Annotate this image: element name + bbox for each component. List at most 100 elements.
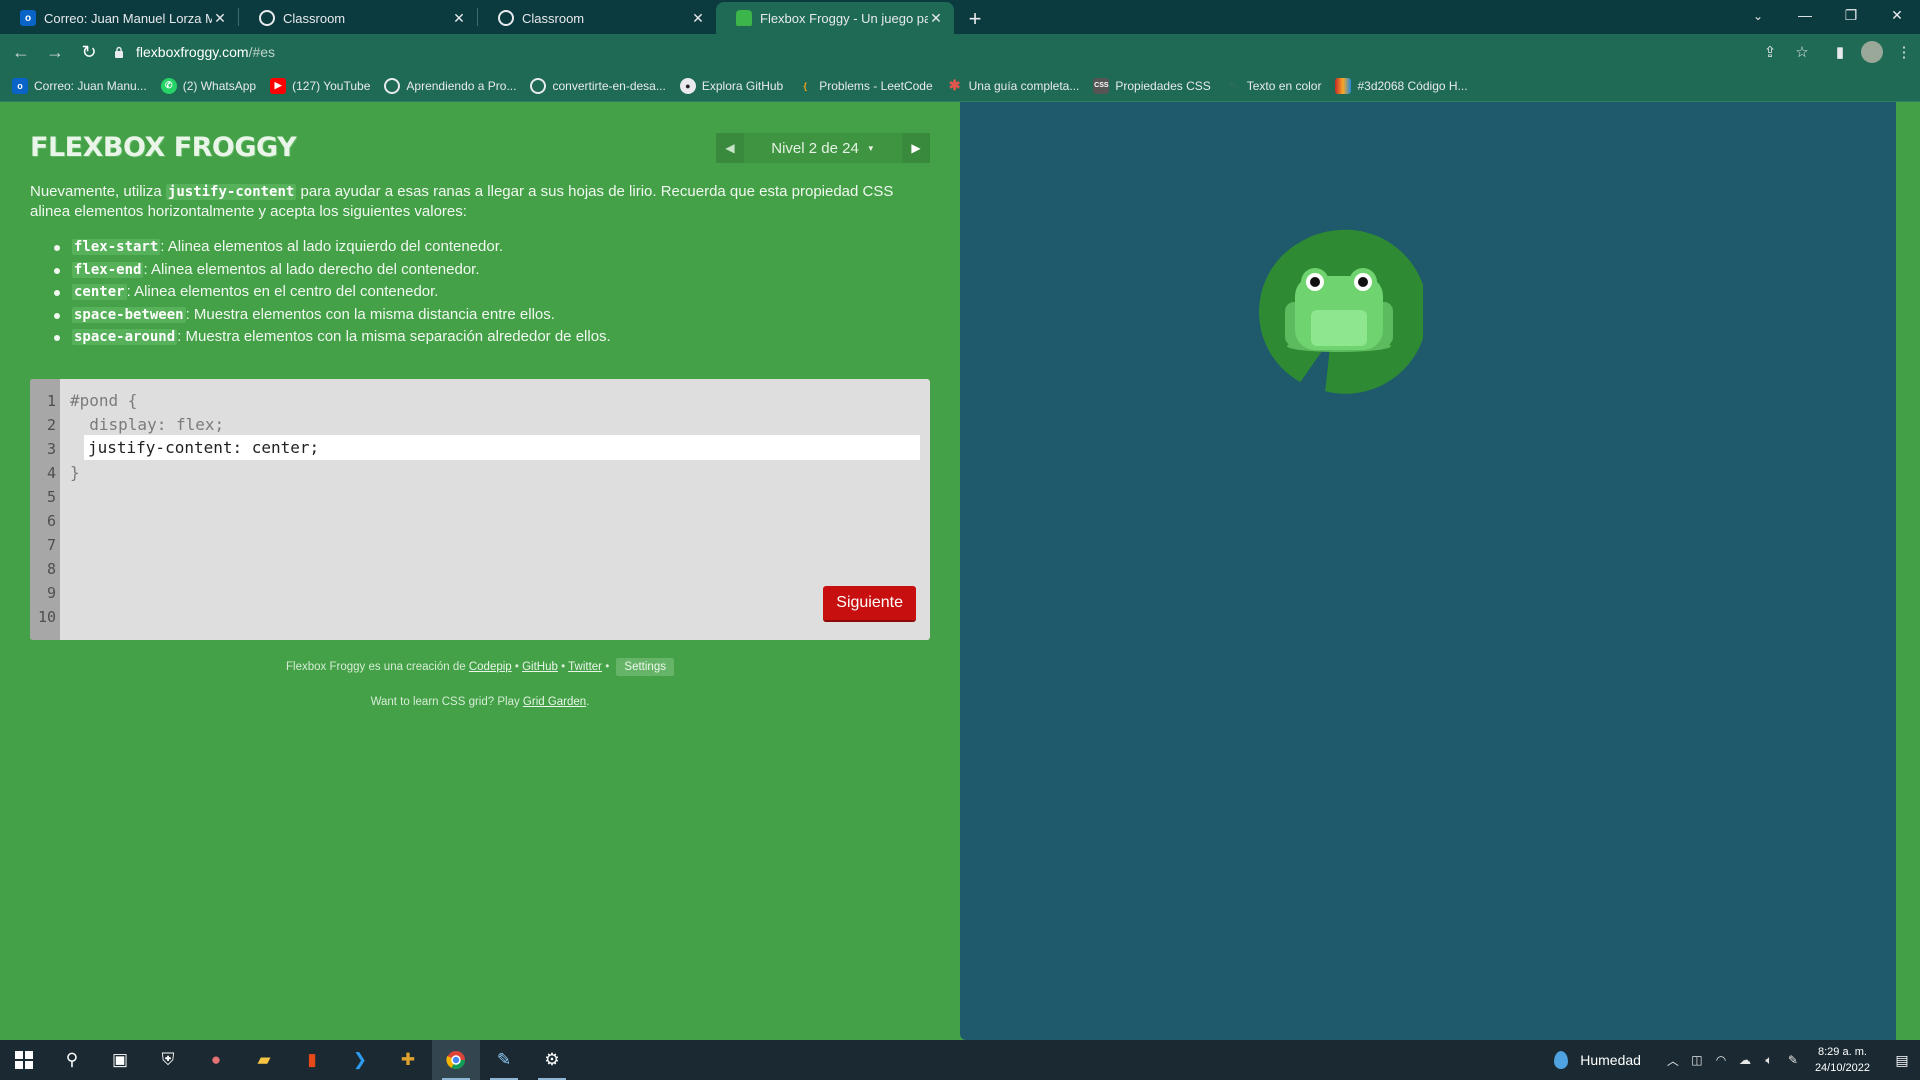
office-icon[interactable]: ▮ [288,1040,336,1080]
minimize-icon[interactable]: — [1782,0,1828,30]
bookmark-texto-color[interactable]: ✎ Texto en color [1225,78,1322,94]
clock[interactable]: 8:29 a. m. 24/10/2022 [1815,1044,1870,1076]
close-window-icon[interactable]: ✕ [1874,0,1920,30]
github-link[interactable]: GitHub [522,661,558,673]
wifi-icon[interactable]: ◠ [1709,1053,1733,1067]
star-icon[interactable]: ☆ [1786,37,1818,67]
tab-classroom-2[interactable]: Classroom ✕ [478,2,716,34]
bookmark-convertirte[interactable]: convertirte-en-desa... [530,77,666,94]
tab-title: Flexbox Froggy - Un juego para a [760,10,928,26]
line-number: 7 [46,536,56,554]
bookmark-propiedades-css[interactable]: CSS Propiedades CSS [1093,77,1211,94]
bookmark-correo[interactable]: o Correo: Juan Manu... [12,77,147,94]
notifications-icon[interactable]: ▤ [1884,1052,1920,1069]
close-icon[interactable]: ✕ [451,10,467,27]
bookmark-aprendiendo[interactable]: Aprendiendo a Pro... [384,77,516,94]
weather-label: Humedad [1580,1052,1641,1068]
windows-taskbar: ⚲ ▣ ⛨ ● ▰ ▮ ❯ ✚ ✎ ⚙ Humedad ︿ ◫ ◠ ☁ 🔈︎ ✎… [0,1040,1920,1080]
close-icon[interactable]: ✕ [690,10,706,27]
paint-icon[interactable]: ✎ [480,1040,528,1080]
instructions-text: Nuevamente, utiliza justify-content para… [30,182,930,221]
line-number: 9 [46,584,56,602]
values-list: flex-start: Alinea elementos al lado izq… [52,236,932,349]
previous-level-icon[interactable]: ◀ [716,133,744,163]
bookmark-label: Problems - LeetCode [819,78,933,93]
line-number: 8 [46,560,56,578]
promo-text: Want to learn CSS grid? Play [370,696,523,708]
bookmarks-bar: o Correo: Juan Manu... ✆ (2) WhatsApp ▶ (12… [0,70,1920,102]
restore-icon[interactable]: ❐ [1828,0,1874,30]
address-bar[interactable]: flexboxfroggy.com/#es [110,37,1770,67]
chevron-up-icon[interactable]: ︿ [1661,1052,1685,1069]
cloud-icon[interactable]: ☁ [1733,1053,1757,1067]
close-icon[interactable]: ✕ [928,10,944,27]
bookmark-whatsapp[interactable]: ✆ (2) WhatsApp [160,77,257,94]
pond [960,102,1896,1040]
grid-garden-link[interactable]: Grid Garden [523,696,586,708]
menu-icon[interactable]: ⋮ [1888,37,1920,67]
volume-icon[interactable]: 🔈︎ [1757,1053,1781,1068]
pen-icon: ✎ [1228,80,1237,90]
line-number: 1 [46,392,56,410]
instructions-pane: FLEXBOX FROGGY ◀ Nivel 2 de 24 ▼ ▶ Nueva… [0,102,960,1040]
line-number: 5 [46,488,56,506]
next-level-icon[interactable]: ▶ [902,133,930,163]
bookmark-codigo-color[interactable]: #3d2068 Código H... [1335,77,1468,94]
bookmark-label: (2) WhatsApp [182,78,257,93]
slack-icon[interactable]: ✚ [384,1040,432,1080]
bookmark-github[interactable]: ● Explora GitHub [679,77,783,94]
codepip-link[interactable]: Codepip [469,661,512,673]
css-editor: 1 2 3 4 5 6 7 8 9 10 #pond { display: fl… [30,379,930,640]
css-icon: CSS [1093,77,1110,94]
inline-code: justify-content [165,184,297,200]
lock-icon [110,43,128,61]
settings-icon[interactable]: ⚙ [528,1040,576,1080]
globe-icon [498,10,514,26]
camera-icon[interactable]: ◫ [1685,1053,1709,1067]
next-button[interactable]: Siguiente [823,586,916,622]
lilypad-with-frog [1259,229,1423,394]
new-tab-button[interactable]: + [960,4,990,34]
tab-title: Classroom [283,10,346,26]
avatar[interactable] [1861,41,1883,63]
value-description: : Alinea elementos en el centro del cont… [126,283,439,300]
bookmark-guia[interactable]: ✱ Una guía completa... [947,77,1080,94]
youtube-icon: ▶ [270,77,287,94]
frog-icon [1285,268,1393,352]
system-tray: Humedad ︿ ◫ ◠ ☁ 🔈︎ ✎ 8:29 a. m. 24/10/20… [1554,1040,1920,1080]
grid-garden-promo: Want to learn CSS grid? Play Grid Garden… [30,696,930,708]
twitter-link[interactable]: Twitter [568,661,602,673]
chrome-icon[interactable] [432,1040,480,1080]
code-line: display: flex; [70,415,225,434]
tab-flexbox-froggy[interactable]: Flexbox Froggy - Un juego para a ✕ [716,2,954,34]
bookmark-leetcode[interactable]: {Problems - LeetCode [797,78,932,94]
settings-button[interactable]: Settings [616,658,674,676]
level-navigation: ◀ Nivel 2 de 24 ▼ ▶ [716,133,930,163]
task-view-icon[interactable]: ▣ [96,1040,144,1080]
line-number: 10 [37,608,56,626]
page-content: FLEXBOX FROGGY ◀ Nivel 2 de 24 ▼ ▶ Nueva… [0,102,1920,1040]
game-logo: FLEXBOX FROGGY [30,132,297,163]
start-icon[interactable] [0,1040,48,1080]
css-input[interactable]: justify-content: center; [84,435,920,460]
shield-icon[interactable]: ⛨ [144,1040,192,1080]
line-number: 4 [46,464,56,482]
side-panel-icon[interactable]: ▮ [1824,37,1856,67]
tab-classroom-1[interactable]: Classroom ✕ [239,2,477,34]
forward-icon[interactable]: → [38,37,72,67]
tab-search-icon[interactable]: ⌄ [1746,4,1770,28]
close-icon[interactable]: ✕ [212,10,228,27]
bookmark-youtube[interactable]: ▶ (127) YouTube [270,77,370,94]
file-explorer-icon[interactable]: ▰ [240,1040,288,1080]
reload-icon[interactable]: ↻ [72,37,106,67]
level-selector[interactable]: Nivel 2 de 24 ▼ [744,133,902,163]
weather-widget[interactable]: Humedad [1554,1051,1641,1069]
bookmark-label: Texto en color [1246,78,1322,93]
tab-outlook[interactable]: o Correo: Juan Manuel Lorza Mend ✕ [0,2,238,34]
vscode-icon[interactable]: ❯ [336,1040,384,1080]
pen-icon[interactable]: ✎ [1781,1053,1805,1067]
share-icon[interactable]: ⇪ [1754,37,1786,67]
back-icon[interactable]: ← [4,37,38,67]
app-icon[interactable]: ● [192,1040,240,1080]
search-icon[interactable]: ⚲ [48,1040,96,1080]
